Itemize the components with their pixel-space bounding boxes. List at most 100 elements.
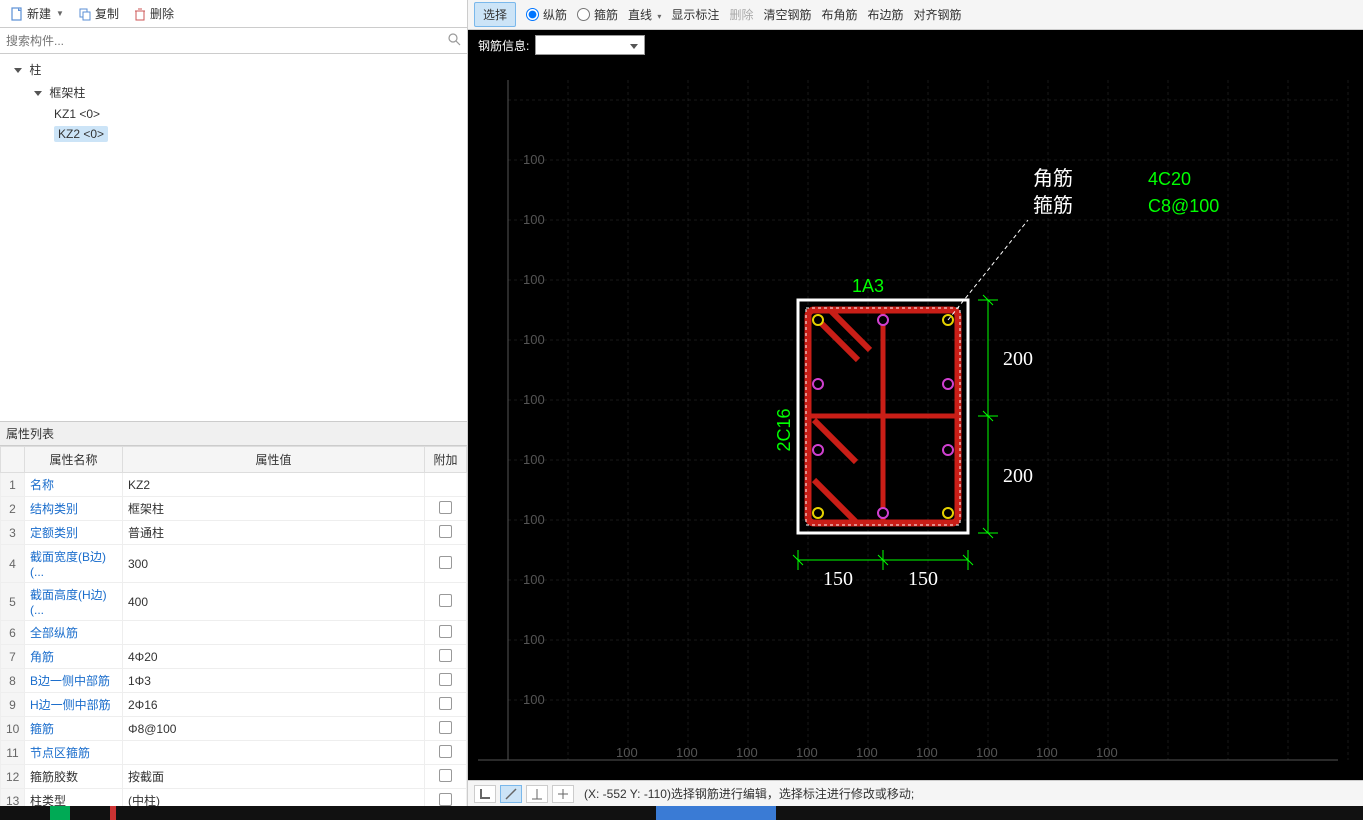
table-row[interactable]: 13柱类型(中柱) <box>1 789 467 807</box>
chevron-down-icon: ▾ <box>657 12 661 21</box>
row-num: 1 <box>1 473 25 497</box>
prop-extra <box>425 717 467 741</box>
snap-endpoint-icon[interactable] <box>474 785 496 803</box>
checkbox[interactable] <box>439 793 452 806</box>
tree-node-frame-column[interactable]: 框架柱 <box>0 81 467 104</box>
table-row[interactable]: 11节点区箍筋 <box>1 741 467 765</box>
corner-button[interactable]: 布角筋 <box>821 6 857 23</box>
table-row[interactable]: 6全部纵筋 <box>1 621 467 645</box>
caret-down-icon <box>34 91 42 96</box>
tree-node-kz1[interactable]: KZ1 <0> <box>0 104 467 124</box>
chevron-down-icon: ▼ <box>56 9 64 18</box>
delete-button[interactable]: 删除 <box>127 3 180 24</box>
select-button[interactable]: 选择 <box>474 2 516 27</box>
copy-button[interactable]: 复制 <box>72 3 125 24</box>
table-row[interactable]: 9H边一侧中部筋2Φ16 <box>1 693 467 717</box>
checkbox[interactable] <box>439 673 452 686</box>
prop-value[interactable]: 400 <box>123 583 425 621</box>
search-icon[interactable] <box>447 32 461 49</box>
search-input[interactable] <box>6 34 447 48</box>
radio-longbar-label: 纵筋 <box>543 6 567 23</box>
tree-label: 柱 <box>29 63 41 77</box>
snap-cross-icon[interactable] <box>552 785 574 803</box>
rebar-info-select[interactable]: 1C18 <box>535 35 645 55</box>
prop-value[interactable]: Φ8@100 <box>123 717 425 741</box>
grid-label-x: 100 <box>976 745 998 760</box>
row-num: 13 <box>1 789 25 807</box>
copy-label: 复制 <box>95 5 119 22</box>
radio-longbar[interactable]: 纵筋 <box>526 6 567 23</box>
bottom-strip <box>0 806 1363 820</box>
checkbox[interactable] <box>439 556 452 569</box>
snap-perp-icon[interactable] <box>526 785 548 803</box>
new-label: 新建 <box>27 5 51 22</box>
checkbox[interactable] <box>439 721 452 734</box>
prop-value[interactable] <box>123 621 425 645</box>
label-corner: 角筋 <box>1033 167 1073 190</box>
tree-node-root[interactable]: 柱 <box>0 58 467 81</box>
checkbox[interactable] <box>439 745 452 758</box>
prop-value[interactable]: 框架柱 <box>123 497 425 521</box>
component-tree: 柱 框架柱 KZ1 <0> KZ2 <0> <box>0 54 467 422</box>
prop-extra <box>425 473 467 497</box>
left-toolbar: 新建 ▼ 复制 删除 <box>0 0 467 28</box>
grid-label-y: 100 <box>523 152 545 167</box>
rebar-info-row: 钢筋信息: 1C18 <box>468 30 1363 60</box>
table-row[interactable]: 5截面高度(H边)(...400 <box>1 583 467 621</box>
grid-label-x: 100 <box>1096 745 1118 760</box>
table-row[interactable]: 4截面宽度(B边)(...300 <box>1 545 467 583</box>
checkbox[interactable] <box>439 501 452 514</box>
prop-name: H边一侧中部筋 <box>25 693 123 717</box>
show-annot-button[interactable]: 显示标注 <box>671 6 719 23</box>
grid-label-x: 100 <box>676 745 698 760</box>
checkbox[interactable] <box>439 525 452 538</box>
prop-value[interactable]: KZ2 <box>123 473 425 497</box>
prop-name: B边一侧中部筋 <box>25 669 123 693</box>
grid-label-x: 100 <box>616 745 638 760</box>
table-row[interactable]: 7角筋4Φ20 <box>1 645 467 669</box>
prop-extra <box>425 693 467 717</box>
prop-value[interactable]: (中柱) <box>123 789 425 807</box>
canvas[interactable]: 100100100100100100100100100100 100100100… <box>468 60 1363 780</box>
checkbox[interactable] <box>439 697 452 710</box>
label-stirrup-val: C8@100 <box>1148 196 1219 216</box>
table-row[interactable]: 2结构类别框架柱 <box>1 497 467 521</box>
prop-name: 角筋 <box>25 645 123 669</box>
radio-stirrup[interactable]: 箍筋 <box>577 6 618 23</box>
tree-node-kz2[interactable]: KZ2 <0> <box>0 124 467 144</box>
tree-label: KZ1 <0> <box>54 107 100 121</box>
table-row[interactable]: 3定额类别普通柱 <box>1 521 467 545</box>
radio-stirrup-input[interactable] <box>577 8 590 21</box>
row-num: 5 <box>1 583 25 621</box>
edge-button[interactable]: 布边筋 <box>867 6 903 23</box>
prop-name: 柱类型 <box>25 789 123 807</box>
prop-value[interactable]: 4Φ20 <box>123 645 425 669</box>
prop-value[interactable]: 1Φ3 <box>123 669 425 693</box>
prop-name: 截面宽度(B边)(... <box>25 545 123 583</box>
grid-label-y: 100 <box>523 452 545 467</box>
prop-name: 全部纵筋 <box>25 621 123 645</box>
prop-value[interactable]: 普通柱 <box>123 521 425 545</box>
checkbox[interactable] <box>439 649 452 662</box>
delete-rebar-button[interactable]: 删除 <box>729 6 753 23</box>
snap-line-icon[interactable] <box>500 785 522 803</box>
search-row <box>0 28 467 54</box>
clear-rebar-button[interactable]: 清空钢筋 <box>763 6 811 23</box>
prop-name: 箍筋胶数 <box>25 765 123 789</box>
align-button[interactable]: 对齐钢筋 <box>914 6 962 23</box>
table-row[interactable]: 12箍筋胶数按截面 <box>1 765 467 789</box>
checkbox[interactable] <box>439 594 452 607</box>
table-row[interactable]: 8B边一侧中部筋1Φ3 <box>1 669 467 693</box>
table-row[interactable]: 1名称KZ2 <box>1 473 467 497</box>
checkbox[interactable] <box>439 769 452 782</box>
prop-value[interactable] <box>123 741 425 765</box>
radio-longbar-input[interactable] <box>526 8 539 21</box>
prop-value[interactable]: 2Φ16 <box>123 693 425 717</box>
prop-value[interactable]: 300 <box>123 545 425 583</box>
line-button[interactable]: 直线 ▾ <box>628 6 661 23</box>
new-button[interactable]: 新建 ▼ <box>4 3 70 24</box>
table-row[interactable]: 10箍筋Φ8@100 <box>1 717 467 741</box>
prop-value[interactable]: 按截面 <box>123 765 425 789</box>
checkbox[interactable] <box>439 625 452 638</box>
property-title: 属性列表 <box>6 425 54 442</box>
